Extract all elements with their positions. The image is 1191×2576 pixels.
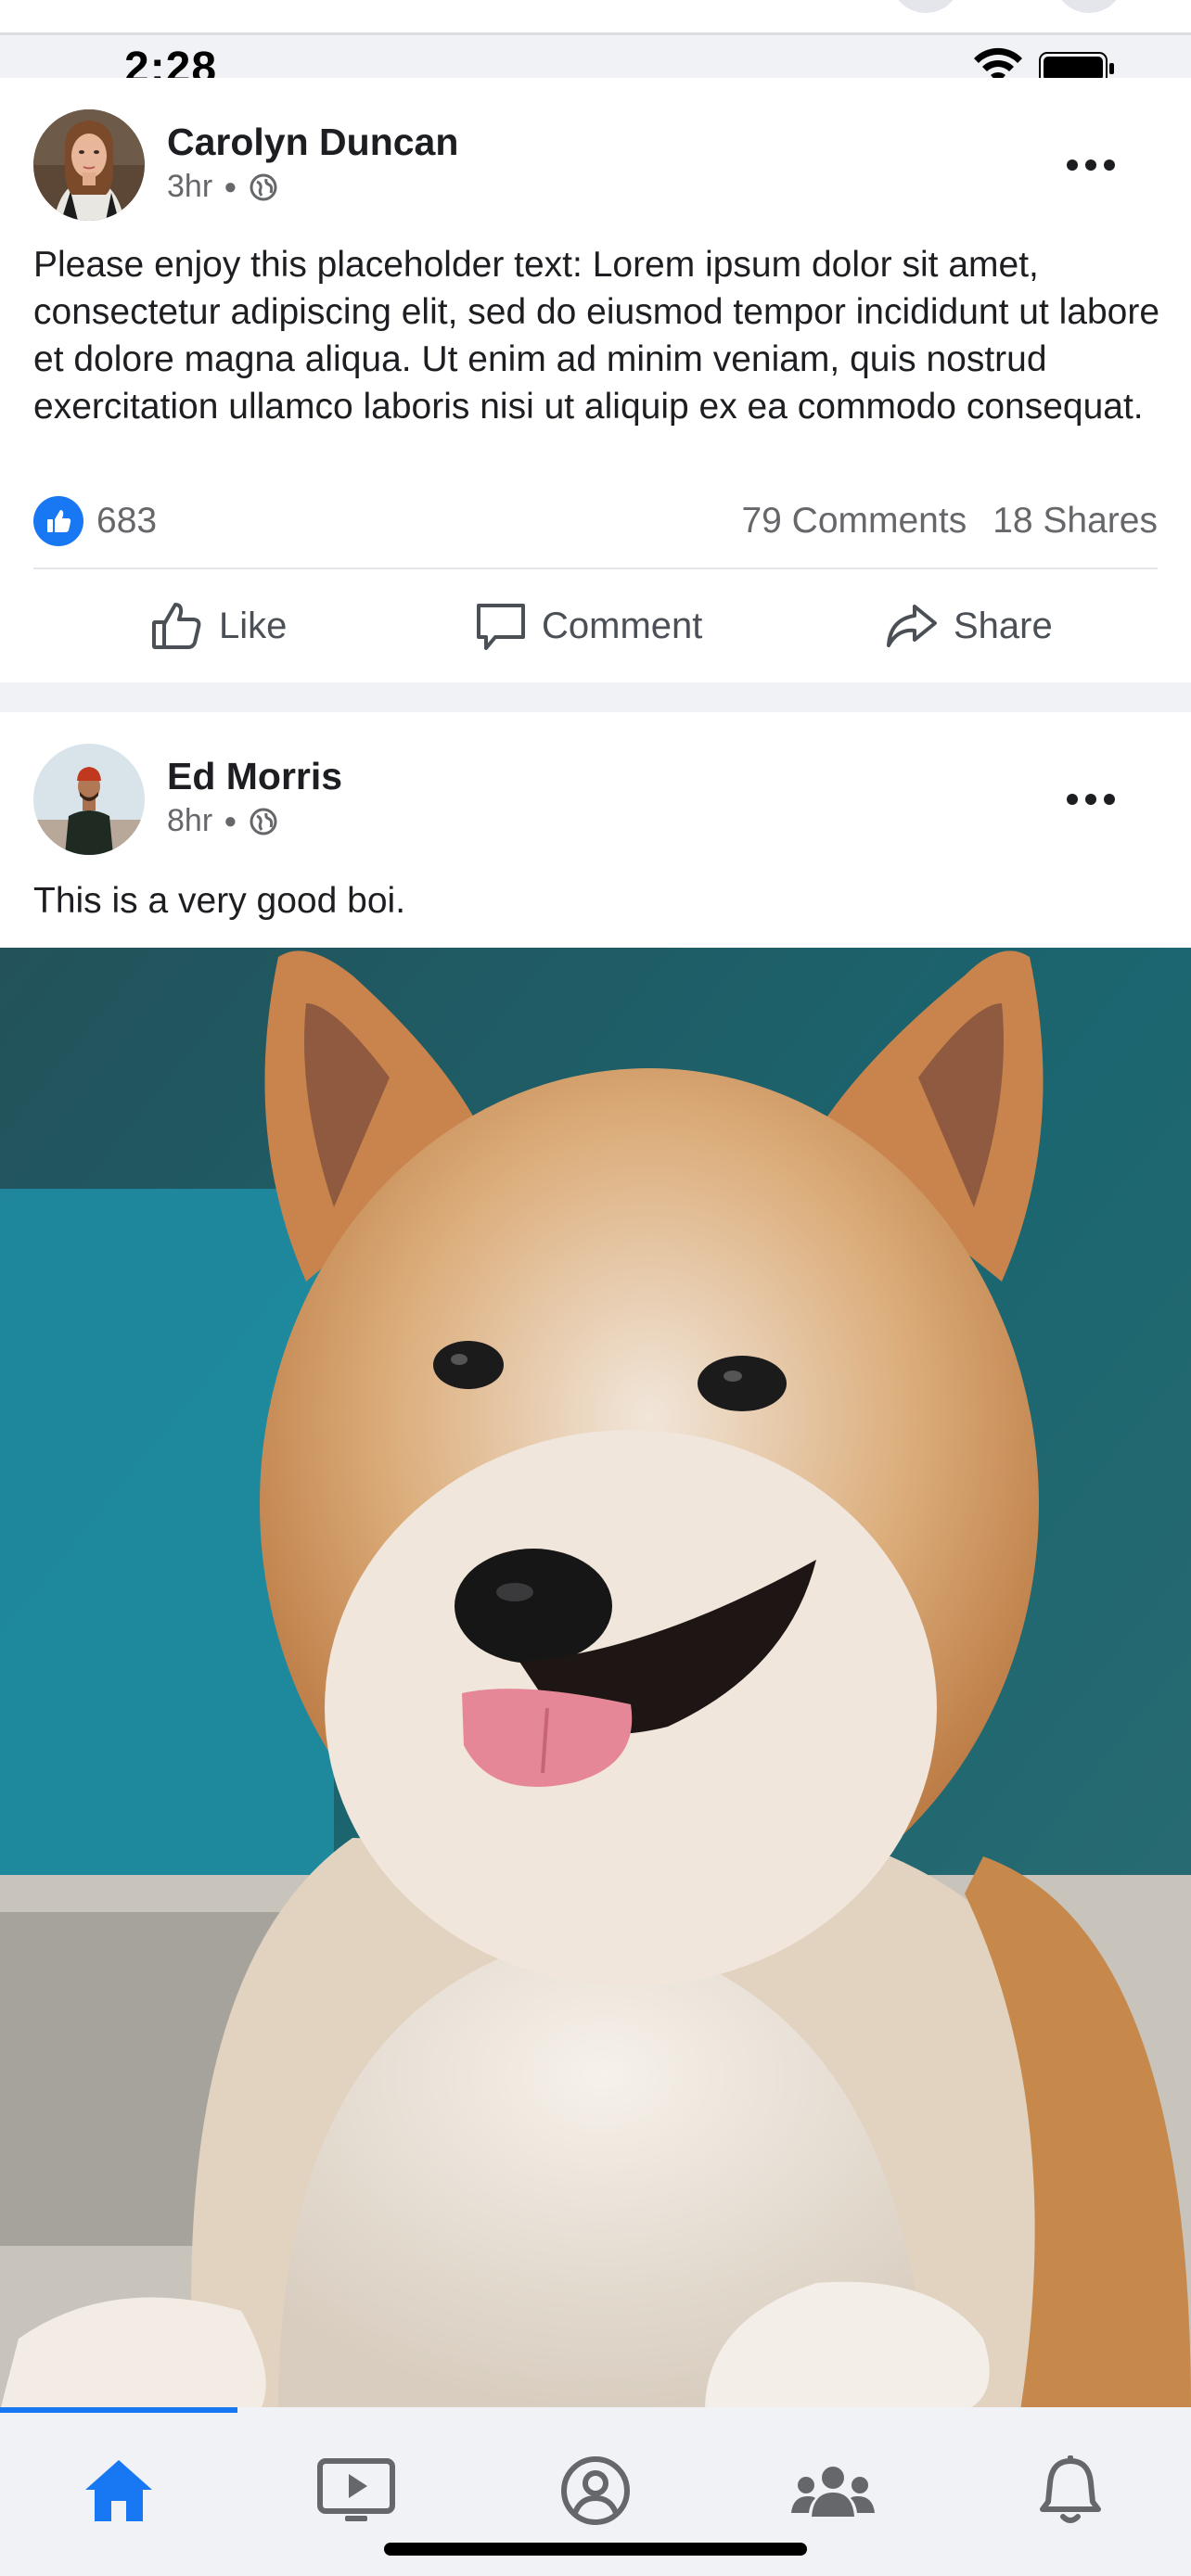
profile-icon	[561, 2456, 630, 2525]
globe-icon	[250, 173, 277, 200]
nav-profile[interactable]	[549, 2444, 642, 2537]
author-avatar[interactable]	[33, 109, 145, 221]
nav-watch[interactable]	[310, 2444, 403, 2537]
comment-button[interactable]: Comment	[475, 600, 702, 652]
share-count[interactable]: 18 Shares	[992, 501, 1158, 542]
dog-photo	[0, 948, 1191, 2411]
like-reaction-icon	[33, 496, 83, 546]
active-tab-indicator	[0, 2407, 237, 2413]
video-icon	[317, 2458, 395, 2521]
post-photo[interactable]	[0, 948, 1191, 2411]
post-actions: Like Comment Share	[0, 584, 1191, 668]
author-name[interactable]: Ed Morris	[167, 755, 342, 798]
feed-post: Ed Morris 8hr ● This is a very good boi.	[0, 712, 1191, 2576]
comment-label: Comment	[542, 605, 703, 646]
post-time: 8hr	[167, 803, 213, 838]
thumbs-up-icon	[152, 603, 201, 649]
feed-post: Carolyn Duncan 3hr ● Please enjoy this p…	[0, 78, 1191, 682]
post-meta: 8hr ●	[167, 803, 278, 839]
meta-separator: ●	[224, 173, 237, 199]
nav-notifications[interactable]	[1024, 2444, 1117, 2537]
post-divider	[33, 567, 1158, 569]
post-time: 3hr	[167, 169, 213, 204]
like-count[interactable]: 683	[96, 501, 157, 542]
like-label: Like	[219, 605, 288, 646]
globe-icon	[250, 808, 277, 835]
top-app-bar	[0, 0, 1191, 35]
meta-separator: ●	[224, 808, 237, 834]
home-icon	[85, 2460, 152, 2521]
post-meta: 3hr ●	[167, 169, 278, 205]
comment-count[interactable]: 79 Comments	[741, 501, 967, 542]
notifications-icon	[1040, 2455, 1101, 2523]
author-avatar[interactable]	[33, 744, 145, 855]
post-stats: 683 79 Comments 18 Shares	[33, 493, 1158, 549]
groups-icon	[791, 2467, 875, 2517]
home-indicator[interactable]	[384, 2543, 807, 2556]
like-button[interactable]: Like	[150, 599, 287, 653]
nav-home[interactable]	[72, 2444, 165, 2537]
share-button[interactable]: Share	[885, 603, 1053, 649]
post-options-button[interactable]	[1054, 137, 1128, 193]
comment-icon	[477, 604, 525, 650]
header-search-button[interactable]	[890, 0, 961, 13]
post-text: This is a very good boi.	[33, 881, 406, 921]
share-label: Share	[954, 605, 1053, 646]
share-arrow-icon	[887, 605, 937, 647]
header-messenger-button[interactable]	[1054, 0, 1124, 13]
author-name[interactable]: Carolyn Duncan	[167, 121, 458, 164]
post-options-button[interactable]	[1054, 772, 1128, 827]
nav-groups[interactable]	[787, 2444, 879, 2537]
bottom-navigation	[0, 2407, 1191, 2576]
post-text: Please enjoy this placeholder text: Lore…	[33, 245, 1160, 427]
